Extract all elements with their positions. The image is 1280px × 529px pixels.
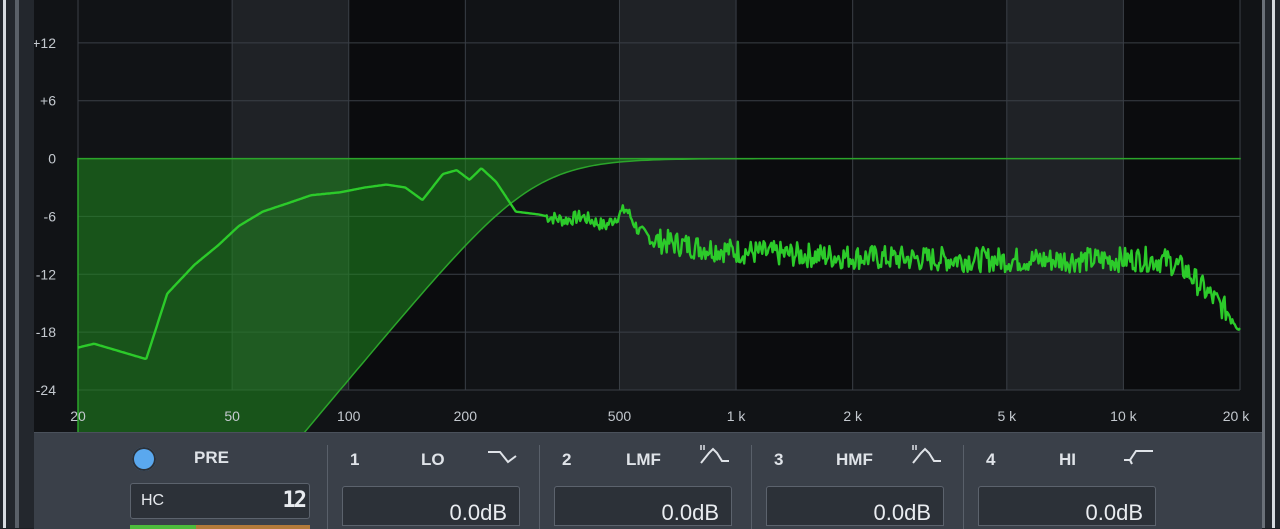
eq-control-panel: PRE HC 12 1 LO 0.0dB 2 LMF 0.0dB 3 HMF 0… bbox=[34, 432, 1262, 529]
band-separator bbox=[751, 445, 752, 529]
eq-spectrum-graph[interactable]: +12 +6 0 -6 -12 -18 -24 20 50 100 200 500 1 k 2 k 5 k… bbox=[34, 0, 1262, 432]
band-2-name: LMF bbox=[626, 450, 661, 469]
frequency-band-shade bbox=[619, 0, 737, 390]
low-shelf-icon[interactable] bbox=[486, 443, 520, 469]
band-1-name: LO bbox=[421, 450, 445, 469]
band-4-number: 4 bbox=[986, 450, 996, 469]
band-1-gain-field[interactable]: 0.0dB bbox=[342, 486, 520, 526]
peak-icon[interactable] bbox=[910, 443, 944, 469]
db-tick-label: 0 bbox=[48, 151, 56, 167]
band-2-number: 2 bbox=[562, 450, 572, 469]
hc-slope-value: 12 bbox=[282, 488, 307, 513]
frequency-tick-label: 10 k bbox=[1110, 408, 1137, 424]
band-4-gain-field[interactable]: 0.0dB bbox=[978, 486, 1156, 526]
pre-enable-button[interactable] bbox=[132, 447, 156, 471]
band-1-number: 1 bbox=[350, 450, 360, 469]
frequency-tick-label: 500 bbox=[608, 408, 632, 424]
hc-selector[interactable]: HC 12 bbox=[130, 483, 310, 519]
band-separator bbox=[539, 445, 540, 529]
band-3-number: 3 bbox=[774, 450, 784, 469]
db-tick-label: -18 bbox=[36, 324, 56, 340]
high-shelf-icon[interactable] bbox=[1122, 443, 1156, 469]
db-tick-label: +6 bbox=[40, 93, 56, 109]
frequency-tick-label: 5 k bbox=[997, 408, 1017, 424]
frequency-tick-label: 200 bbox=[454, 408, 478, 424]
band-4-name: HI bbox=[1059, 450, 1076, 469]
band-3-name: HMF bbox=[836, 450, 873, 469]
hc-label: HC bbox=[141, 492, 165, 509]
window-frame-right bbox=[1262, 0, 1280, 528]
db-tick-label: -6 bbox=[44, 208, 57, 224]
pre-label: PRE bbox=[194, 448, 229, 467]
peak-icon[interactable] bbox=[698, 443, 732, 469]
frequency-tick-label: 20 bbox=[70, 408, 86, 424]
band-2-gain-field[interactable]: 0.0dB bbox=[554, 486, 732, 526]
frequency-band-shade bbox=[1006, 0, 1124, 390]
band-separator bbox=[327, 445, 328, 529]
db-tick-label: -24 bbox=[36, 382, 56, 398]
frequency-tick-label: 2 k bbox=[843, 408, 863, 424]
frequency-tick-label: 20 k bbox=[1223, 408, 1250, 424]
band-3-gain-field[interactable]: 0.0dB bbox=[766, 486, 944, 526]
db-tick-label: -12 bbox=[36, 266, 56, 282]
band-separator bbox=[963, 445, 964, 529]
window-frame-left bbox=[0, 0, 34, 528]
hc-level-bar bbox=[130, 525, 310, 529]
frequency-tick-label: 100 bbox=[337, 408, 361, 424]
frequency-band-shade bbox=[736, 0, 853, 390]
frequency-tick-label: 50 bbox=[224, 408, 240, 424]
frequency-tick-label: 1 k bbox=[727, 408, 747, 424]
db-tick-label: +12 bbox=[34, 35, 56, 51]
frequency-band-shade bbox=[1123, 0, 1240, 390]
